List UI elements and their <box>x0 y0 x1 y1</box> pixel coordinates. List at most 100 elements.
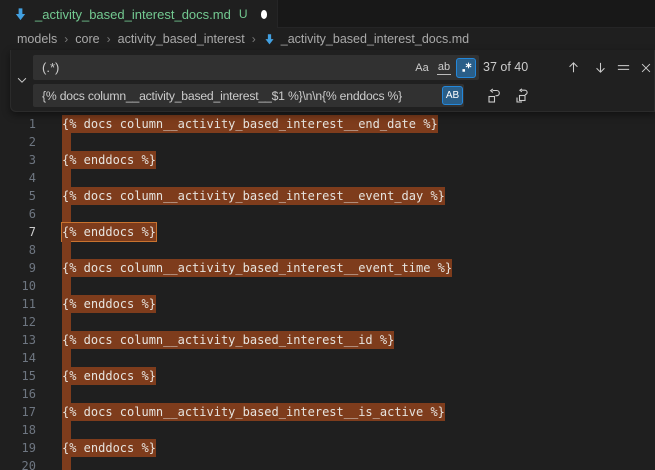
editor-line[interactable]: 6 <box>0 205 655 223</box>
line-content: {% enddocs %} <box>62 151 156 169</box>
find-input[interactable]: (.*) Aa ab <box>33 55 479 80</box>
line-content: {% enddocs %} <box>62 223 156 241</box>
chevron-right-icon: › <box>107 32 111 46</box>
line-number: 10 <box>0 277 36 295</box>
line-content <box>62 133 71 151</box>
next-match-button[interactable] <box>590 57 611 78</box>
line-content <box>62 421 71 439</box>
breadcrumb: models › core › activity_based_interest … <box>0 28 655 50</box>
editor-line[interactable]: 5 {% docs column__activity_based_interest… <box>0 187 655 205</box>
find-match <box>62 205 71 223</box>
find-match <box>62 421 71 439</box>
find-input-value: (.*) <box>33 60 412 75</box>
unsaved-dot-icon[interactable] <box>261 10 267 19</box>
find-match <box>62 349 71 367</box>
tab-filename: _activity_based_interest_docs.md <box>35 7 231 22</box>
editor-line[interactable]: 1 {% docs column__activity_based_interest… <box>0 115 655 133</box>
replace-all-button[interactable] <box>511 86 533 106</box>
whole-word-icon: ab <box>437 61 451 75</box>
line-content <box>62 349 71 367</box>
breadcrumb-item-core[interactable]: core <box>75 32 99 46</box>
match-case-button[interactable]: Aa <box>412 58 432 78</box>
line-number: 12 <box>0 313 36 331</box>
replace-all-icon <box>514 88 530 104</box>
editor-line[interactable]: 14 <box>0 349 655 367</box>
line-content <box>62 169 71 187</box>
find-match <box>62 169 71 187</box>
previous-match-button[interactable] <box>563 57 584 78</box>
replace-input-value: {% docs column__activity_based_interest_… <box>33 89 442 103</box>
find-match: {% enddocs %} <box>62 439 156 457</box>
line-content <box>62 385 71 403</box>
markdown-file-icon <box>13 7 28 22</box>
editor-line[interactable]: 15 {% enddocs %} <box>0 367 655 385</box>
line-number: 19 <box>0 439 36 457</box>
find-match: {% docs column__activity_based_interest_… <box>62 259 452 277</box>
editor-line[interactable]: 20 <box>0 457 655 470</box>
line-content: {% enddocs %} <box>62 295 156 313</box>
line-number: 5 <box>0 187 36 205</box>
editor-line[interactable]: 17{% docs column__activity_based_interes… <box>0 403 655 421</box>
close-icon <box>639 61 653 75</box>
line-number: 1 <box>0 115 36 133</box>
editor-line[interactable]: 2 <box>0 133 655 151</box>
line-number: 14 <box>0 349 36 367</box>
editor-line[interactable]: 19 {% enddocs %} <box>0 439 655 457</box>
find-match: {% docs column__activity_based_interest_… <box>62 403 445 421</box>
regex-button[interactable] <box>456 58 476 78</box>
editor-line[interactable]: 4 <box>0 169 655 187</box>
replace-input[interactable]: {% docs column__activity_based_interest_… <box>33 84 464 107</box>
editor-line[interactable]: 13{% docs column__activity_based_interes… <box>0 331 655 349</box>
chevron-right-icon: › <box>252 32 256 46</box>
editor-line[interactable]: 18 <box>0 421 655 439</box>
line-content <box>62 241 71 259</box>
arrow-up-icon <box>566 60 581 75</box>
tab-active-file[interactable]: _activity_based_interest_docs.md U <box>0 0 278 28</box>
code-area: 1 {% docs column__activity_based_interest… <box>0 115 655 470</box>
find-in-selection-button[interactable] <box>613 57 634 78</box>
editor-line[interactable]: 12 <box>0 313 655 331</box>
replace-button[interactable] <box>483 86 505 106</box>
line-number: 8 <box>0 241 36 259</box>
line-number: 6 <box>0 205 36 223</box>
editor-line[interactable]: 3{% enddocs %} <box>0 151 655 169</box>
line-number: 16 <box>0 385 36 403</box>
line-number: 15 <box>0 367 36 385</box>
close-find-widget-button[interactable] <box>635 57 655 78</box>
find-match: {% docs column__activity_based_interest_… <box>62 187 445 205</box>
line-number: 13 <box>0 331 36 349</box>
chevron-right-icon: › <box>64 32 68 46</box>
match-count-label: 37 of 40 <box>483 55 528 80</box>
line-number: 4 <box>0 169 36 187</box>
preserve-case-icon: AB <box>446 90 459 101</box>
find-match <box>62 313 71 331</box>
editor-line[interactable]: 8 <box>0 241 655 259</box>
line-content: {% docs column__activity_based_interest_… <box>62 403 445 421</box>
editor-line[interactable]: 7 {% enddocs %} <box>0 223 655 241</box>
breadcrumb-item-file[interactable]: _activity_based_interest_docs.md <box>263 32 469 46</box>
editor-line[interactable]: 16 <box>0 385 655 403</box>
git-status-badge: U <box>239 7 248 21</box>
preserve-case-button[interactable]: AB <box>442 86 463 105</box>
find-in-selection-icon <box>616 60 631 75</box>
replace-icon <box>486 88 502 104</box>
toggle-replace-button[interactable] <box>11 50 32 110</box>
breadcrumb-item-folder[interactable]: activity_based_interest <box>118 32 245 46</box>
breadcrumb-item-models[interactable]: models <box>17 32 57 46</box>
editor-line[interactable]: 9{% docs column__activity_based_interest… <box>0 259 655 277</box>
tab-bar: _activity_based_interest_docs.md U <box>0 0 655 28</box>
match-case-icon: Aa <box>415 62 428 74</box>
find-match: {% docs column__activity_based_interest_… <box>62 115 438 133</box>
line-content: {% enddocs %} <box>62 439 156 457</box>
whole-word-button[interactable]: ab <box>434 58 454 78</box>
editor-line[interactable]: 10 <box>0 277 655 295</box>
line-number: 7 <box>0 223 36 241</box>
line-content: {% enddocs %} <box>62 367 156 385</box>
find-match: {% enddocs %} <box>62 295 156 313</box>
line-content: {% docs column__activity_based_interest_… <box>62 259 452 277</box>
chevron-down-icon <box>15 73 29 87</box>
current-find-match: {% enddocs %} <box>62 223 156 241</box>
editor-line[interactable]: 11{% enddocs %} <box>0 295 655 313</box>
editor-pane[interactable]: 1 {% docs column__activity_based_interest… <box>0 50 655 470</box>
markdown-file-icon <box>263 33 276 46</box>
